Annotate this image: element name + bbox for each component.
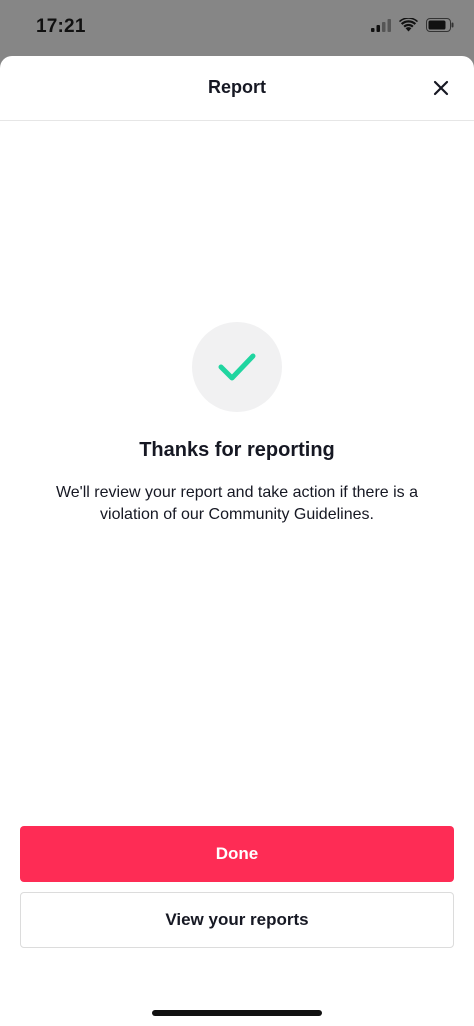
confirmation-headline: Thanks for reporting [139, 439, 335, 461]
view-reports-button[interactable]: View your reports [20, 892, 454, 948]
close-button[interactable] [430, 77, 452, 99]
close-icon [433, 80, 449, 96]
status-icons [371, 18, 454, 32]
sheet-header: Report [0, 56, 474, 121]
checkmark-icon [218, 353, 256, 381]
wifi-icon [399, 18, 418, 32]
confirmation-message: We'll review your report and take action… [55, 484, 419, 523]
page-title: Report [208, 77, 266, 97]
done-button[interactable]: Done [20, 826, 454, 882]
home-indicator [152, 1010, 322, 1016]
status-bar: 17:21 [0, 0, 474, 56]
success-badge [192, 322, 282, 412]
battery-icon [426, 18, 454, 32]
report-sheet: Report Thanks for reporting We'll review… [0, 56, 474, 1026]
status-time: 17:21 [36, 16, 86, 37]
cellular-signal-icon [371, 18, 391, 32]
